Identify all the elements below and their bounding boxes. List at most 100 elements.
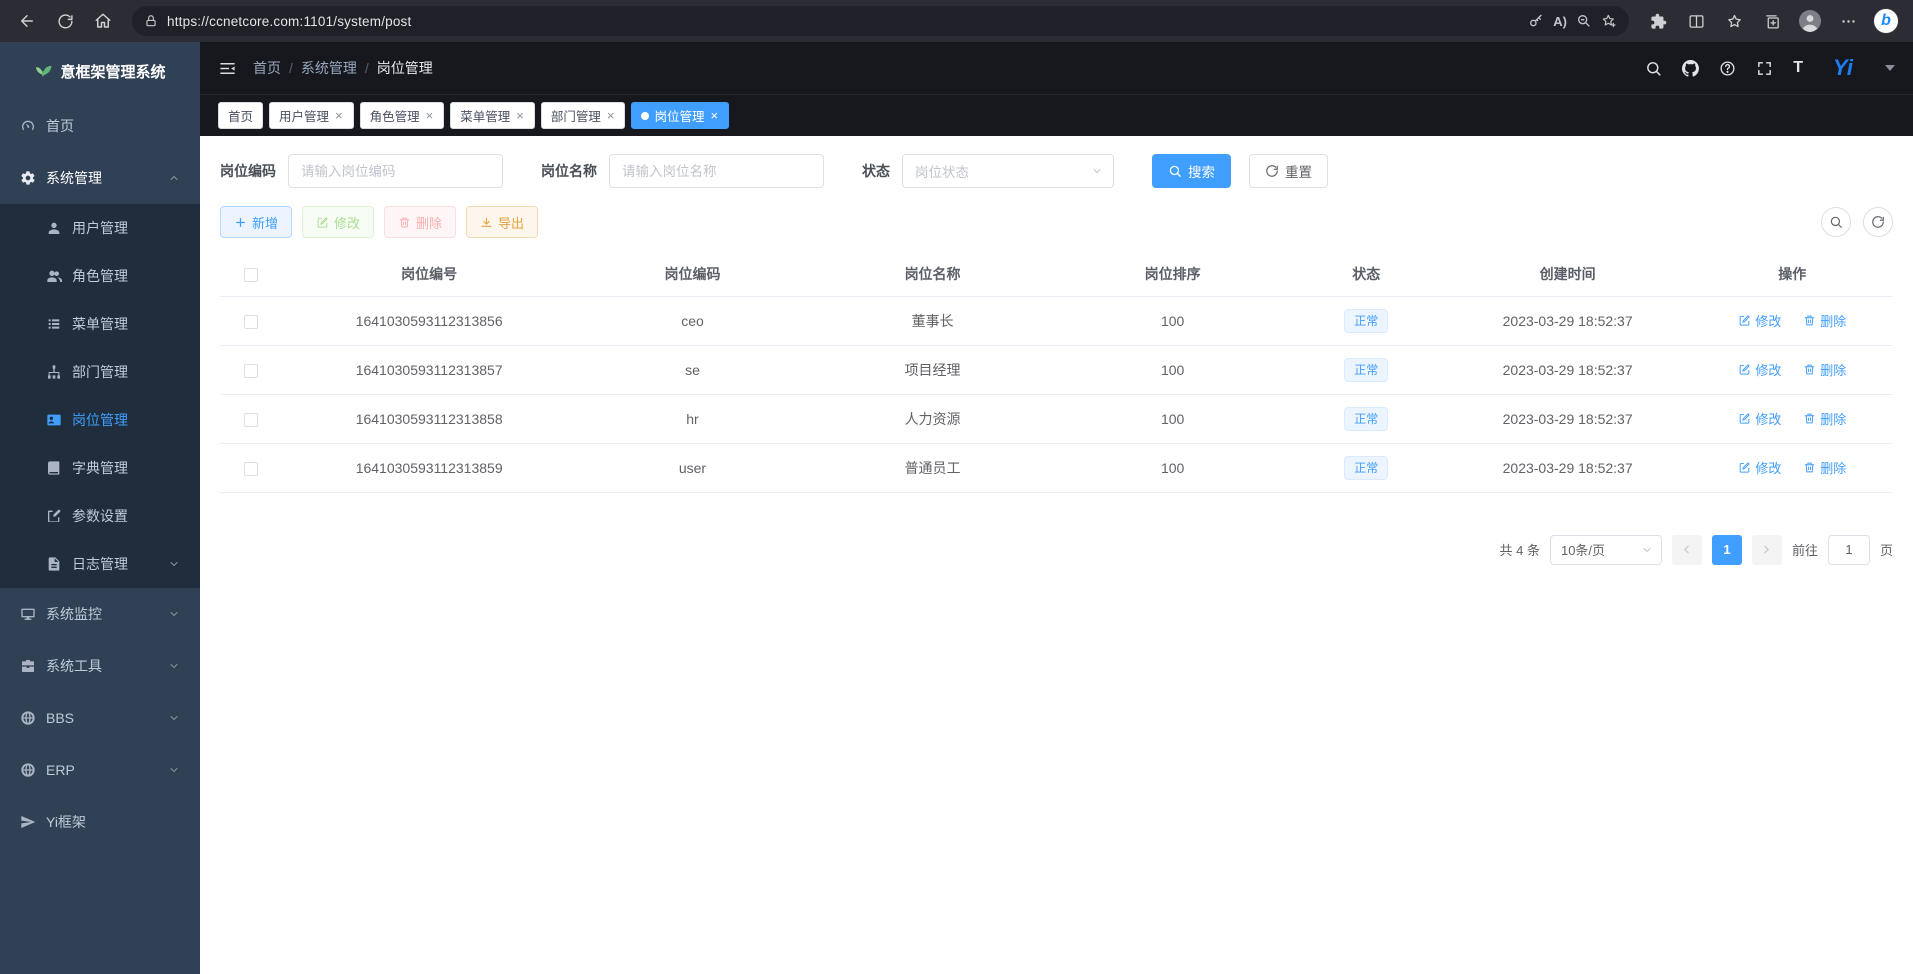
status-select[interactable]: 岗位状态 [902,154,1114,188]
user-menu-caret-icon[interactable] [1885,65,1895,71]
goto-page-input[interactable] [1828,535,1870,565]
row-delete-button[interactable]: 删除 [1803,360,1846,379]
next-page-button[interactable] [1752,535,1782,565]
tab-home[interactable]: 首页 [218,102,263,129]
browser-refresh-button[interactable] [48,5,82,37]
text-size-icon[interactable]: T [1793,60,1803,76]
fullscreen-icon[interactable] [1756,60,1773,77]
table-row[interactable]: 1641030593112313857 se 项目经理 100 正常 2023-… [220,345,1893,394]
browser-menu-icon[interactable] [1831,5,1865,37]
sidebar-item-system-tools[interactable]: 系统工具 [0,640,200,692]
site-lock-icon[interactable] [144,14,158,28]
bing-chat-icon[interactable]: b [1869,5,1903,37]
sidebar-item-department-management[interactable]: 部门管理 [0,348,200,396]
tab-department-management[interactable]: 部门管理 × [541,102,626,129]
sidebar-item-log-management[interactable]: 日志管理 [0,540,200,588]
row-checkbox[interactable] [244,462,258,476]
tab-user-management[interactable]: 用户管理 × [269,102,354,129]
sidebar-item-home[interactable]: 首页 [0,100,200,152]
sidebar-collapse-button[interactable] [218,59,237,78]
row-delete-label: 删除 [1820,409,1846,428]
reset-button[interactable]: 重置 [1249,154,1328,188]
edit-button[interactable]: 修改 [302,206,374,238]
sidebar-item-menu-management[interactable]: 菜单管理 [0,300,200,348]
tab-menu-management[interactable]: 菜单管理 × [450,102,535,129]
row-checkbox[interactable] [244,364,258,378]
breadcrumb-home[interactable]: 首页 [253,58,281,78]
zoom-icon[interactable] [1576,13,1592,29]
read-aloud-icon[interactable]: A) [1553,14,1567,29]
sidebar-item-erp[interactable]: ERP [0,744,200,796]
tab-post-management[interactable]: 岗位管理 × [631,102,729,129]
browser-back-button[interactable] [10,5,44,37]
browser-address-bar[interactable]: https://ccnetcore.com:1101/system/post A… [132,6,1629,36]
tab-close-icon[interactable]: × [515,109,525,122]
profile-avatar[interactable] [1793,5,1827,37]
tab-label: 菜单管理 [460,106,510,125]
table-row[interactable]: 1641030593112313859 user 普通员工 100 正常 202… [220,443,1893,492]
favorites-add-icon[interactable] [1601,13,1617,29]
framework-logo[interactable]: Yi [1823,50,1863,86]
row-edit-label: 修改 [1755,458,1781,477]
row-delete-button[interactable]: 删除 [1803,458,1846,477]
toggle-search-button[interactable] [1821,207,1851,237]
sidebar-item-role-management[interactable]: 角色管理 [0,252,200,300]
sidebar-item-user-management[interactable]: 用户管理 [0,204,200,252]
tab-close-icon[interactable]: × [709,109,719,122]
sidebar-item-dictionary-management[interactable]: 字典管理 [0,444,200,492]
post-code-input[interactable] [288,154,503,188]
sidebar-item-parameter-settings[interactable]: 参数设置 [0,492,200,540]
page-size-select[interactable]: 10条/页 [1550,535,1662,565]
row-delete-button[interactable]: 删除 [1803,311,1846,330]
page-number-button[interactable]: 1 [1712,535,1742,565]
tab-role-management[interactable]: 角色管理 × [360,102,445,129]
tab-label: 角色管理 [370,106,420,125]
table-row[interactable]: 1641030593112313856 ceo 董事长 100 正常 2023-… [220,296,1893,345]
sidebar-item-system-management[interactable]: 系统管理 [0,152,200,204]
sidebar-item-bbs[interactable]: BBS [0,692,200,744]
tab-close-icon[interactable]: × [425,109,435,122]
search-button[interactable]: 搜索 [1152,154,1231,188]
row-edit-button[interactable]: 修改 [1738,409,1781,428]
password-key-icon[interactable] [1528,13,1544,29]
table-row[interactable]: 1641030593112313858 hr 人力资源 100 正常 2023-… [220,394,1893,443]
gear-icon [20,170,36,186]
tab-close-icon[interactable]: × [334,109,344,122]
prev-page-button[interactable] [1672,535,1702,565]
delete-button[interactable]: 删除 [384,206,456,238]
export-button[interactable]: 导出 [466,206,538,238]
sidebar-item-post-management[interactable]: 岗位管理 [0,396,200,444]
toolbox-icon [20,658,36,674]
split-screen-icon[interactable] [1679,5,1713,37]
user-icon [46,220,62,236]
row-delete-button[interactable]: 删除 [1803,409,1846,428]
add-button[interactable]: 新增 [220,206,292,238]
sidebar-item-yi-framework[interactable]: Yi框架 [0,796,200,848]
app-header: 首页 / 系统管理 / 岗位管理 [200,42,1913,94]
cell-post-code: hr [576,394,808,443]
row-checkbox[interactable] [244,315,258,329]
breadcrumb-separator: / [365,60,369,76]
header-search-icon[interactable] [1645,60,1662,77]
breadcrumb-system-management[interactable]: 系统管理 [301,58,357,78]
tab-close-icon[interactable]: × [606,109,616,122]
collections-icon[interactable] [1755,5,1789,37]
url-text[interactable]: https://ccnetcore.com:1101/system/post [167,14,1519,29]
cell-post-sort: 100 [1056,394,1288,443]
extensions-icon[interactable] [1641,5,1675,37]
app-logo[interactable]: 意框架管理系统 [0,42,200,100]
row-checkbox[interactable] [244,413,258,427]
goto-unit: 页 [1880,540,1893,559]
browser-home-button[interactable] [86,5,120,37]
favorites-icon[interactable] [1717,5,1751,37]
row-edit-button[interactable]: 修改 [1738,458,1781,477]
refresh-table-button[interactable] [1863,207,1893,237]
sidebar-item-system-monitoring[interactable]: 系统监控 [0,588,200,640]
help-icon[interactable] [1719,60,1736,77]
cell-post-code: user [576,443,808,492]
select-all-checkbox[interactable] [244,268,258,282]
post-name-input[interactable] [609,154,824,188]
row-edit-button[interactable]: 修改 [1738,311,1781,330]
row-edit-button[interactable]: 修改 [1738,360,1781,379]
github-icon[interactable] [1682,60,1699,77]
